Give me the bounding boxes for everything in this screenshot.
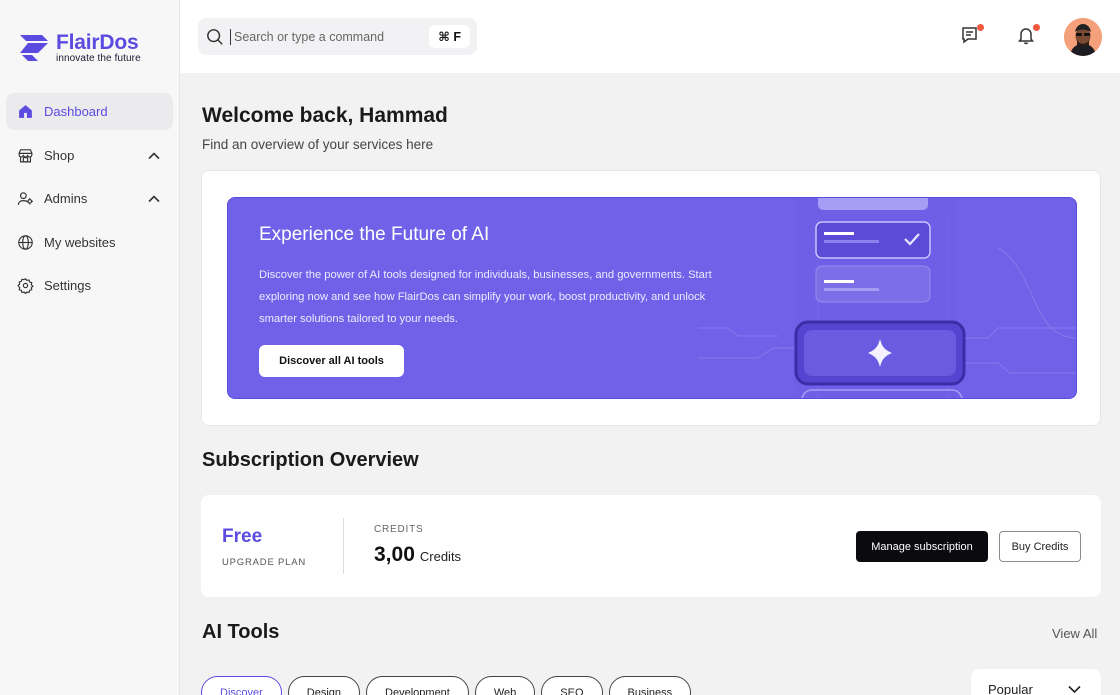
- sidebar-nav: Dashboard Shop Admins My websites Settin…: [6, 93, 173, 311]
- chip-discover[interactable]: Discover: [201, 676, 282, 695]
- hero-banner: Experience the Future of AI Discover the…: [227, 197, 1077, 399]
- hero-title: Experience the Future of AI: [259, 224, 490, 245]
- sidebar-item-shop[interactable]: Shop: [6, 137, 173, 174]
- chip-business[interactable]: Business: [608, 676, 692, 695]
- messages-button[interactable]: [960, 24, 984, 47]
- sidebar-item-settings[interactable]: Settings: [6, 267, 173, 304]
- credits-amount: 3,00: [374, 543, 415, 566]
- upgrade-plan-link[interactable]: UPGRADE PLAN: [222, 557, 306, 568]
- user-settings-icon: [16, 190, 34, 208]
- search-shortcut-badge: ⌘ F: [429, 25, 470, 48]
- sidebar-item-my-websites[interactable]: My websites: [6, 224, 173, 261]
- chevron-up-icon[interactable]: [147, 192, 161, 206]
- sort-select[interactable]: Popular: [971, 669, 1101, 695]
- notification-dot: [1033, 24, 1040, 31]
- chevron-down-icon: [1068, 685, 1081, 694]
- manage-subscription-button[interactable]: Manage subscription: [856, 531, 988, 562]
- plan-name: Free: [222, 526, 263, 547]
- page-title: Welcome back, Hammad: [202, 104, 448, 127]
- divider: [343, 518, 344, 574]
- credits-unit: Credits: [419, 549, 462, 564]
- brand-logo[interactable]: FlairDos innovate the future: [18, 32, 141, 64]
- sort-value: Popular: [988, 681, 1033, 695]
- notifications-button[interactable]: [1016, 24, 1040, 47]
- subscription-card: Free UPGRADE PLAN CREDITS 3,00 Credits M…: [201, 495, 1101, 597]
- chip-development[interactable]: Development: [366, 676, 469, 695]
- ai-tools-filter-chips: Discover Design Development Web SEO Busi…: [201, 676, 697, 695]
- sidebar-item-label: My websites: [44, 234, 116, 250]
- ai-tools-section-title: AI Tools: [202, 621, 280, 643]
- sidebar-item-label: Admins: [44, 191, 88, 206]
- brand-tagline: innovate the future: [56, 53, 141, 64]
- store-icon: [16, 146, 34, 164]
- chip-design[interactable]: Design: [287, 676, 361, 695]
- sidebar-item-dashboard[interactable]: Dashboard: [6, 93, 173, 130]
- ai-illustration: [698, 198, 1076, 398]
- credits-value: 3,00 Credits: [374, 543, 461, 567]
- globe-icon: [16, 233, 34, 251]
- gear-icon: [16, 277, 34, 295]
- sidebar-item-label: Settings: [44, 278, 91, 293]
- sidebar: FlairDos innovate the future Dashboard S…: [0, 0, 180, 695]
- sidebar-item-admins[interactable]: Admins: [6, 180, 173, 217]
- flairdos-logo-icon: [20, 35, 48, 61]
- buy-credits-button[interactable]: Buy Credits: [999, 531, 1081, 562]
- sidebar-item-label: Shop: [44, 147, 75, 163]
- notification-dot: [977, 24, 984, 31]
- search-input[interactable]: [230, 28, 420, 45]
- chip-web[interactable]: Web: [474, 676, 536, 695]
- sidebar-item-label: Dashboard: [44, 104, 108, 119]
- subscription-section-title: Subscription Overview: [202, 449, 419, 471]
- chip-seo[interactable]: SEO: [541, 676, 603, 695]
- credits-label: CREDITS: [374, 524, 424, 535]
- page-subtitle: Find an overview of your services here: [202, 137, 434, 152]
- top-bar: ⌘ F: [180, 0, 1120, 73]
- hero-description: Discover the power of AI tools designed …: [259, 269, 712, 325]
- discover-ai-tools-button[interactable]: Discover all AI tools: [259, 345, 404, 377]
- chevron-up-icon[interactable]: [147, 149, 161, 163]
- view-all-link[interactable]: View All: [1052, 626, 1097, 641]
- hero-card: Experience the Future of AI Discover the…: [201, 170, 1101, 426]
- home-icon: [16, 103, 34, 121]
- brand-name: FlairDos: [56, 31, 139, 54]
- avatar-image: [1064, 18, 1102, 56]
- search-box[interactable]: ⌘ F: [198, 18, 477, 55]
- user-avatar[interactable]: [1064, 18, 1102, 56]
- search-icon: [207, 28, 223, 45]
